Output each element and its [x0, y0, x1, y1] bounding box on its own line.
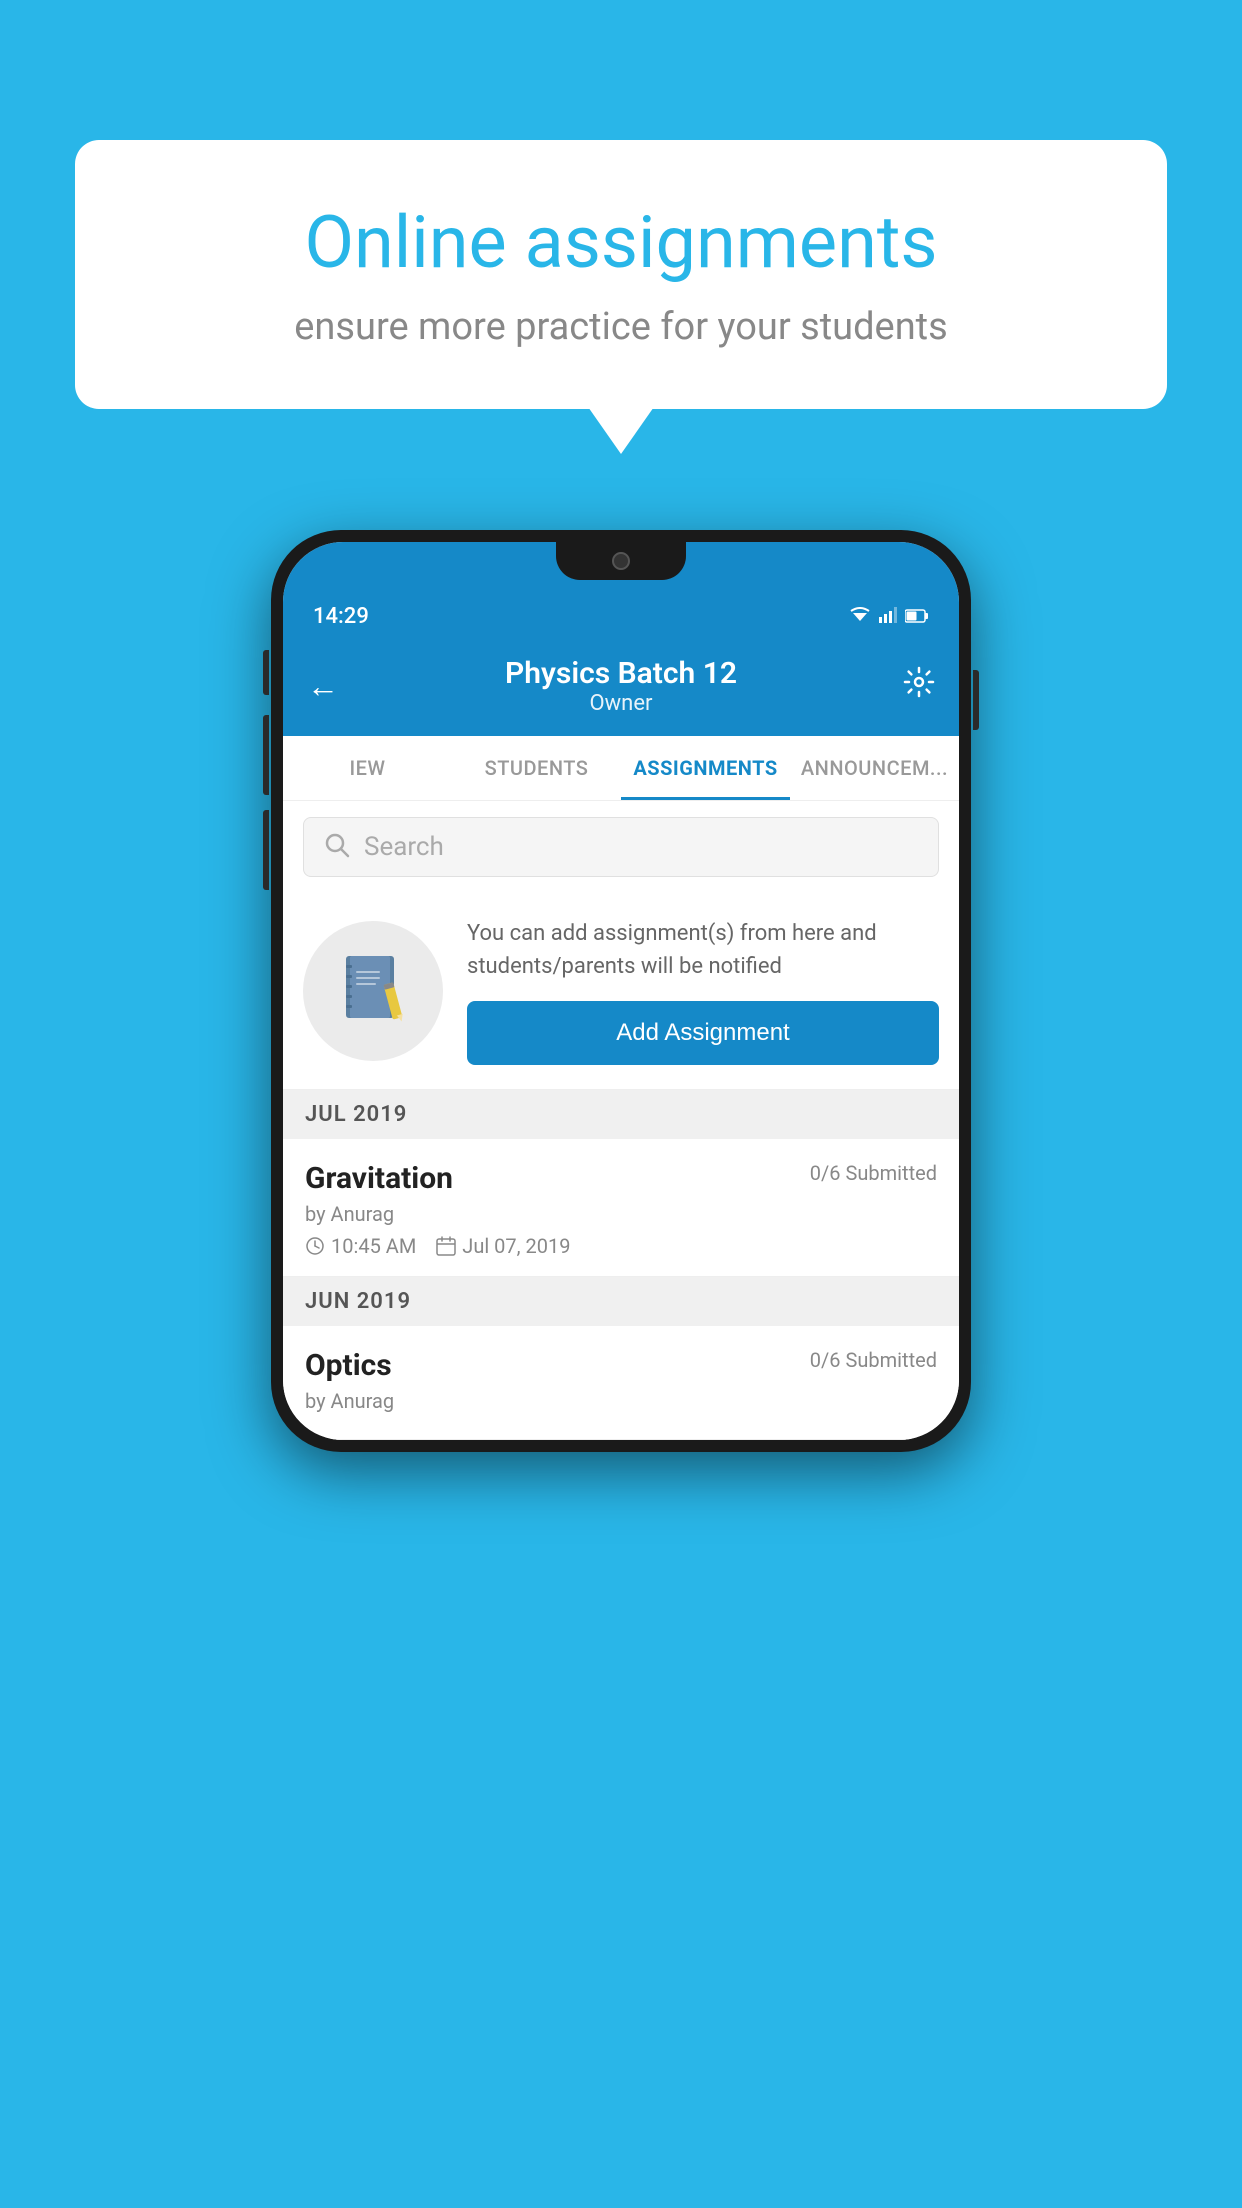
power-button	[973, 670, 979, 730]
volume-up-button	[263, 650, 269, 695]
search-bar[interactable]: Search	[303, 817, 939, 877]
meta-time: 10:45 AM	[305, 1234, 416, 1258]
calendar-icon	[436, 1236, 456, 1256]
status-bar: 14:29	[283, 592, 959, 640]
tab-students[interactable]: STUDENTS	[452, 736, 621, 800]
assignment-item-gravitation[interactable]: Gravitation 0/6 Submitted by Anurag 10:4…	[283, 1139, 959, 1277]
owner-label: Owner	[505, 691, 737, 716]
signal-icon	[879, 604, 897, 629]
phone-wrapper: 14:29	[271, 530, 971, 1452]
speech-bubble-title: Online assignments	[145, 200, 1097, 285]
speech-bubble-subtitle: ensure more practice for your students	[145, 305, 1097, 349]
assignment-gravitation-submitted: 0/6 Submitted	[810, 1161, 937, 1185]
assignment-gravitation-by: by Anurag	[305, 1202, 937, 1226]
month-divider-jun: JUN 2019	[283, 1277, 959, 1326]
battery-icon	[905, 604, 929, 629]
add-assignment-description: You can add assignment(s) from here and …	[467, 917, 939, 983]
assignment-optics-by: by Anurag	[305, 1389, 937, 1413]
assignment-icon-circle	[303, 921, 443, 1061]
assignment-optics-header: Optics 0/6 Submitted	[305, 1348, 937, 1383]
notch-cutout	[556, 542, 686, 580]
assignment-gravitation-date: Jul 07, 2019	[462, 1234, 570, 1258]
tab-iew[interactable]: IEW	[283, 736, 452, 800]
speech-bubble: Online assignments ensure more practice …	[75, 140, 1167, 409]
assignment-gravitation-meta: 10:45 AM Jul 07, 2019	[305, 1234, 937, 1258]
phone-screen: 14:29	[283, 542, 959, 1440]
assignment-optics-name: Optics	[305, 1348, 392, 1383]
assignment-gravitation-time: 10:45 AM	[331, 1234, 416, 1258]
phone-frame: 14:29	[271, 530, 971, 1452]
status-icons	[849, 604, 929, 629]
status-time: 14:29	[313, 604, 369, 629]
search-icon	[324, 832, 350, 862]
notebook-icon	[338, 951, 408, 1031]
header-title-block: Physics Batch 12 Owner	[505, 656, 737, 716]
wifi-icon	[849, 604, 871, 629]
app-header: ← Physics Batch 12 Owner	[283, 640, 959, 736]
assignment-gravitation-header: Gravitation 0/6 Submitted	[305, 1161, 937, 1196]
search-container: Search	[283, 801, 959, 893]
search-placeholder: Search	[364, 832, 444, 862]
meta-date: Jul 07, 2019	[436, 1234, 570, 1258]
assignment-optics-submitted: 0/6 Submitted	[810, 1348, 937, 1372]
batch-title: Physics Batch 12	[505, 656, 737, 691]
assignment-gravitation-name: Gravitation	[305, 1161, 453, 1196]
phone-notch	[283, 542, 959, 592]
volume-down-button	[263, 715, 269, 795]
settings-icon[interactable]	[903, 666, 935, 706]
speech-bubble-container: Online assignments ensure more practice …	[75, 140, 1167, 409]
clock-icon	[305, 1236, 325, 1256]
add-assignment-right: You can add assignment(s) from here and …	[467, 917, 939, 1065]
back-button[interactable]: ←	[307, 667, 339, 705]
month-divider-jul: JUL 2019	[283, 1090, 959, 1139]
add-assignment-area: You can add assignment(s) from here and …	[283, 893, 959, 1090]
tab-assignments[interactable]: ASSIGNMENTS	[621, 736, 790, 800]
add-assignment-button[interactable]: Add Assignment	[467, 1001, 939, 1065]
tab-announcements[interactable]: ANNOUNCEM...	[790, 736, 959, 800]
assignment-item-optics[interactable]: Optics 0/6 Submitted by Anurag	[283, 1326, 959, 1440]
tab-bar: IEW STUDENTS ASSIGNMENTS ANNOUNCEM...	[283, 736, 959, 801]
front-camera	[612, 552, 630, 570]
camera-button	[263, 810, 269, 890]
